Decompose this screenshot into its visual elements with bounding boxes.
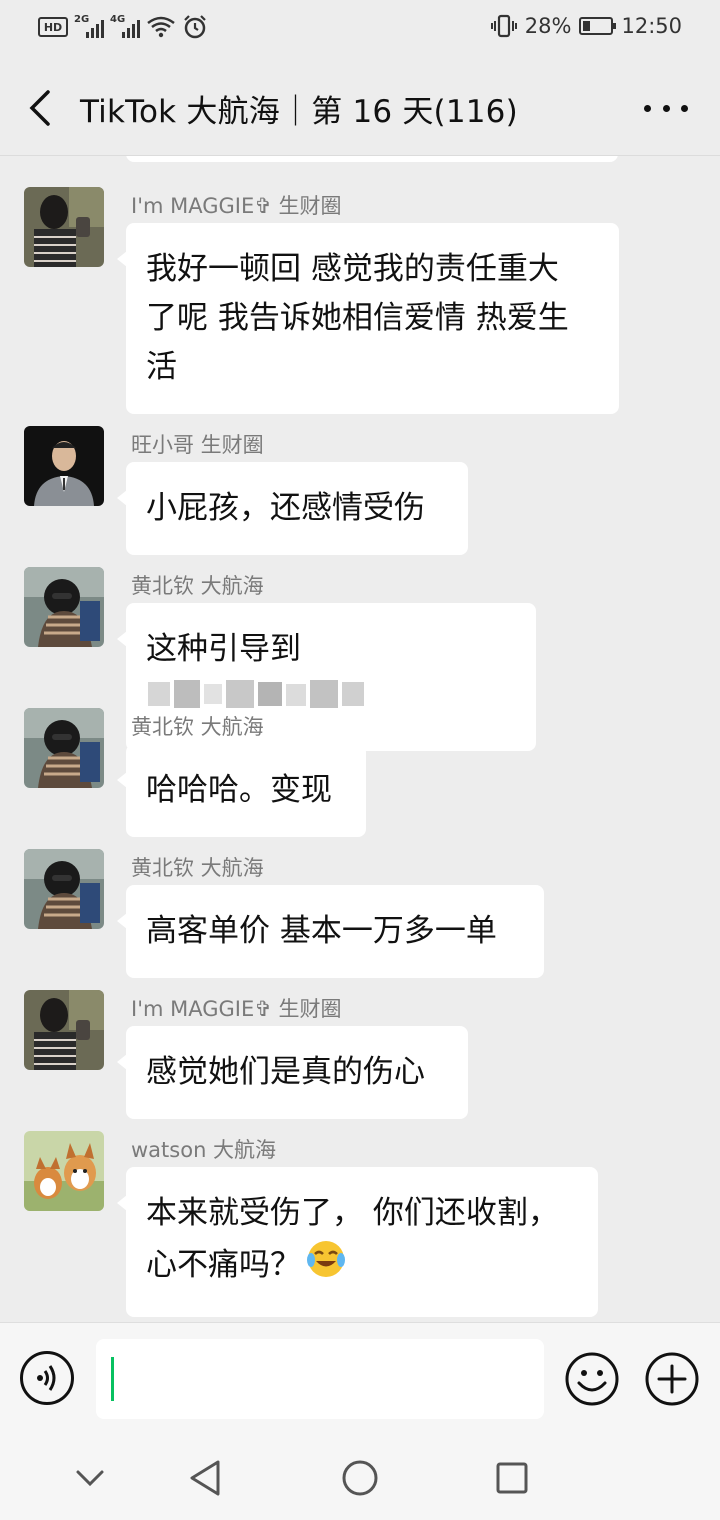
- nav-back-button[interactable]: [184, 1456, 228, 1500]
- plus-button[interactable]: [644, 1351, 700, 1407]
- hd-label: HD: [43, 20, 63, 34]
- message-bubble[interactable]: 高客单价 基本一万多一单: [117, 885, 544, 978]
- triangle-back-icon: [190, 1460, 220, 1496]
- message-bubble[interactable]: 我好一顿回 感觉我的责任重大 了呢 我告诉她相信爱情 热爱生 活: [117, 223, 619, 414]
- chat-title: TikTok 大航海｜第 16 天(116): [80, 94, 518, 130]
- plus-icon: [645, 1352, 699, 1406]
- previous-bubble: [126, 156, 618, 162]
- network-label-2: 4G: [110, 14, 126, 25]
- network-label: 2G: [74, 14, 90, 25]
- alarm-icon: [184, 15, 206, 39]
- message-line: 这种引导到: [146, 631, 301, 667]
- chat-header: TikTok 大航海｜第 16 天(116): [0, 62, 720, 154]
- system-nav-bar: [0, 1434, 720, 1520]
- battery-percent: 28%: [524, 14, 572, 38]
- status-left: HD 2G 4G: [38, 14, 208, 40]
- message-line: 本来就受伤了， 你们还收割，: [146, 1195, 559, 1231]
- avatar[interactable]: [24, 1131, 104, 1211]
- status-right: 28% 12:50: [490, 14, 682, 38]
- clock: 12:50: [621, 14, 682, 38]
- nav-recent-button[interactable]: [490, 1456, 534, 1500]
- message-bubble[interactable]: 哈哈哈。变现: [117, 744, 366, 837]
- signal-icon-2: 4G: [110, 14, 140, 38]
- battery-icon: [579, 17, 617, 35]
- sender-name: I'm MAGGIE✞ 生财圈: [131, 997, 342, 1021]
- sender-name: 黄北钦 大航海: [131, 856, 264, 880]
- sender-name: watson 大航海: [131, 1138, 277, 1162]
- signal-icon: 2G: [74, 14, 104, 38]
- message-list[interactable]: I'm MAGGIE✞ 生财圈 我好一顿回 感觉我的责任重大 了呢 我告诉她相信…: [0, 156, 720, 1322]
- battery-fill: [583, 21, 591, 31]
- wifi-icon: [147, 16, 175, 38]
- chevron-left-icon: [29, 90, 50, 126]
- message-line: 了呢 我告诉她相信爱情 热爱生: [146, 300, 569, 336]
- sender-name: 旺小哥 生财圈: [131, 433, 264, 457]
- chevron-down-icon: [76, 1470, 104, 1487]
- avatar[interactable]: [24, 849, 104, 929]
- input-bar: [0, 1322, 720, 1435]
- more-dots-icon: [644, 104, 651, 112]
- sender-name: I'm MAGGIE✞ 生财圈: [131, 194, 342, 218]
- avatar[interactable]: [24, 567, 104, 647]
- back-button[interactable]: [22, 86, 62, 130]
- message-input[interactable]: [96, 1339, 544, 1419]
- more-button[interactable]: [644, 90, 688, 126]
- crying-laughing-emoji-icon: [305, 1238, 347, 1295]
- message-line: 我好一顿回 感觉我的责任重大: [146, 251, 559, 287]
- nav-collapse-button[interactable]: [68, 1456, 112, 1500]
- square-recent-icon: [496, 1462, 528, 1494]
- text-caret: [111, 1357, 114, 1401]
- status-bar: HD 2G 4G 28% 12:50: [0, 0, 720, 62]
- message-line: 心不痛吗？: [146, 1238, 578, 1295]
- voice-icon: [37, 1365, 56, 1391]
- message-line-text: 心不痛吗？: [146, 1247, 301, 1283]
- avatar[interactable]: [24, 990, 104, 1070]
- emoji-button[interactable]: [564, 1351, 620, 1407]
- message-line: 活: [146, 349, 177, 385]
- sender-name: 黄北钦 大航海: [131, 715, 264, 739]
- message-bubble[interactable]: 感觉她们是真的伤心: [117, 1026, 468, 1119]
- nav-home-button[interactable]: [338, 1456, 382, 1500]
- avatar[interactable]: [24, 426, 104, 506]
- message-line: 高客单价 基本一万多一单: [146, 913, 497, 949]
- hd-badge: HD: [38, 17, 68, 37]
- message-line: 哈哈哈。变现: [146, 772, 332, 808]
- message-bubble[interactable]: 本来就受伤了， 你们还收割， 心不痛吗？: [117, 1167, 598, 1317]
- message-line: 感觉她们是真的伤心: [146, 1054, 425, 1090]
- message-line: 小屁孩，还感情受伤: [146, 490, 425, 526]
- avatar[interactable]: [24, 708, 104, 788]
- vibrate-icon: [490, 14, 517, 38]
- circle-home-icon: [342, 1460, 378, 1496]
- sender-name: 黄北钦 大航海: [131, 574, 264, 598]
- avatar[interactable]: [24, 187, 104, 267]
- voice-button[interactable]: [20, 1351, 74, 1405]
- message-bubble[interactable]: 小屁孩，还感情受伤: [117, 462, 468, 555]
- emoji-icon: [565, 1352, 619, 1406]
